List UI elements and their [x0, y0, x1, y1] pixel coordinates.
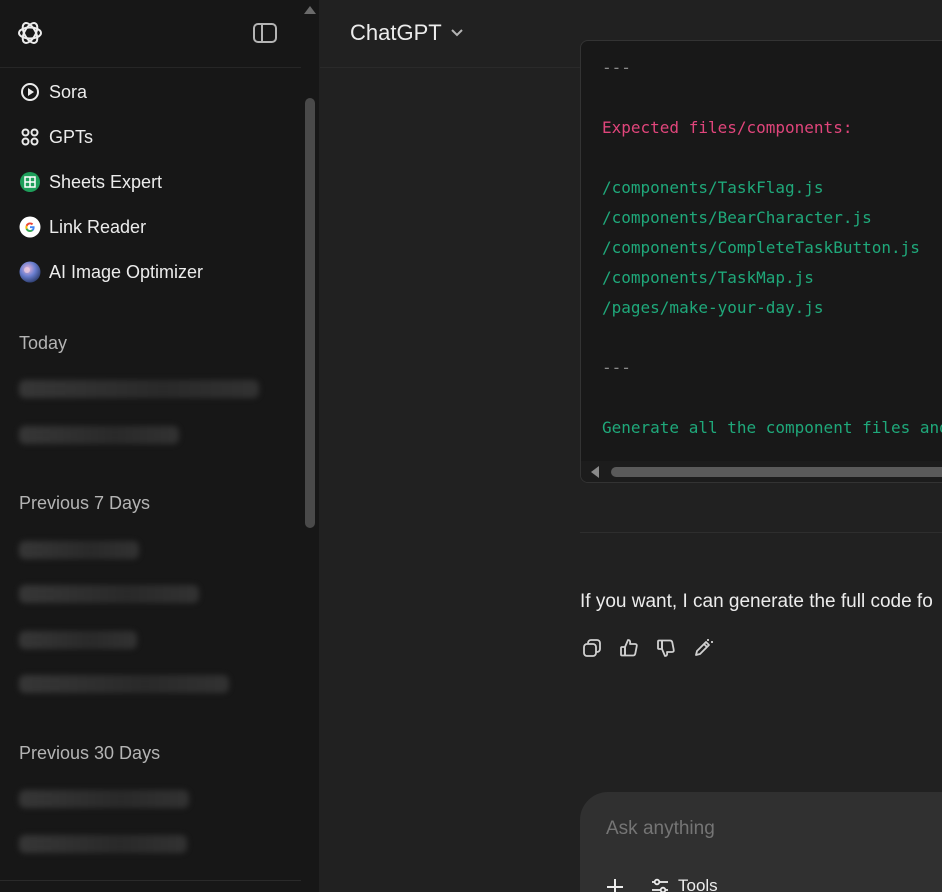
- sheets-expert-icon: [19, 171, 41, 193]
- prompt-input[interactable]: [606, 818, 936, 840]
- code-scroll-thumb[interactable]: [611, 467, 942, 477]
- magic-pencil-icon: [695, 639, 713, 656]
- section-today: Today: [19, 333, 68, 353]
- sidebar-item-label: Sora: [49, 81, 88, 102]
- scroll-up-arrow-icon[interactable]: [304, 6, 316, 14]
- gpts-grid-icon: [19, 126, 41, 148]
- code-line: ---: [602, 58, 631, 77]
- model-selector-button[interactable]: ChatGPT: [350, 20, 464, 46]
- code-line: /pages/make-your-day.js: [602, 298, 824, 317]
- code-horizontal-scrollbar[interactable]: [581, 461, 942, 482]
- divider: [580, 532, 942, 533]
- code-block: --- Expected files/components: /componen…: [580, 40, 942, 483]
- image-optimizer-icon: [19, 261, 41, 283]
- history-item[interactable]: [19, 380, 259, 398]
- sidebar-item-sora[interactable]: Sora: [0, 72, 300, 112]
- sidebar-scroll-thumb[interactable]: [305, 98, 315, 528]
- history-item[interactable]: [19, 426, 179, 444]
- code-line: Generate all the component files and: [602, 418, 942, 437]
- assistant-message: If you want, I can generate the full cod…: [580, 591, 933, 612]
- history-item[interactable]: [19, 835, 187, 853]
- toggle-sidebar-icon[interactable]: [252, 21, 278, 45]
- copy-button[interactable]: [580, 636, 604, 660]
- sidebar-item-ai-image-optimizer[interactable]: AI Image Optimizer: [0, 252, 300, 292]
- scroll-left-arrow-icon[interactable]: [591, 466, 599, 478]
- sidebar-footer: [0, 880, 301, 892]
- code-line: ---: [602, 358, 631, 377]
- tools-button[interactable]: Tools: [650, 876, 718, 892]
- sidebar-item-link-reader[interactable]: Link Reader: [0, 207, 300, 247]
- sidebar-item-label: AI Image Optimizer: [49, 261, 204, 282]
- thumbs-up-button[interactable]: [617, 636, 641, 660]
- code-line: /components/BearCharacter.js: [602, 208, 872, 227]
- copy-icon: [583, 639, 601, 657]
- tools-label: Tools: [678, 876, 718, 892]
- sora-icon: [19, 81, 41, 103]
- thumbs-down-icon: [657, 639, 675, 657]
- section-previous-7-days: Previous 7 Days: [19, 493, 151, 513]
- thumbs-down-button[interactable]: [654, 636, 678, 660]
- sidebar-item-gpts[interactable]: GPTs: [0, 117, 300, 157]
- google-icon: [19, 216, 41, 238]
- code-line: /components/TaskMap.js: [602, 268, 814, 287]
- composer: Tools: [580, 792, 942, 892]
- history-item[interactable]: [19, 790, 189, 808]
- sidebar-header: [0, 0, 301, 68]
- message-actions: [580, 636, 728, 660]
- sidebar-item-sheets-expert[interactable]: Sheets Expert: [0, 162, 300, 202]
- history-item[interactable]: [19, 631, 137, 649]
- sidebar: Sora GPTs Sheets Expert Link Reader AI I…: [0, 0, 319, 892]
- sliders-icon: [652, 878, 668, 892]
- code-line: /components/TaskFlag.js: [602, 178, 824, 197]
- code-line: Expected files/components:: [602, 118, 853, 137]
- thumbs-up-icon: [620, 639, 638, 657]
- history-item[interactable]: [19, 585, 199, 603]
- sidebar-item-label: Link Reader: [49, 216, 147, 237]
- history-item[interactable]: [19, 675, 229, 693]
- model-name: ChatGPT: [350, 20, 442, 45]
- section-previous-30-days: Previous 30 Days: [19, 743, 161, 763]
- sidebar-item-label: Sheets Expert: [49, 171, 163, 192]
- plus-icon[interactable]: [604, 876, 626, 892]
- edit-magic-button[interactable]: [691, 636, 715, 660]
- sidebar-item-label: GPTs: [49, 126, 94, 147]
- code-line: /components/CompleteTaskButton.js: [602, 238, 920, 257]
- chevron-down-icon: [450, 29, 463, 37]
- history-item[interactable]: [19, 541, 139, 559]
- code-content: --- Expected files/components: /componen…: [602, 41, 942, 437]
- openai-logo-icon[interactable]: [16, 19, 44, 47]
